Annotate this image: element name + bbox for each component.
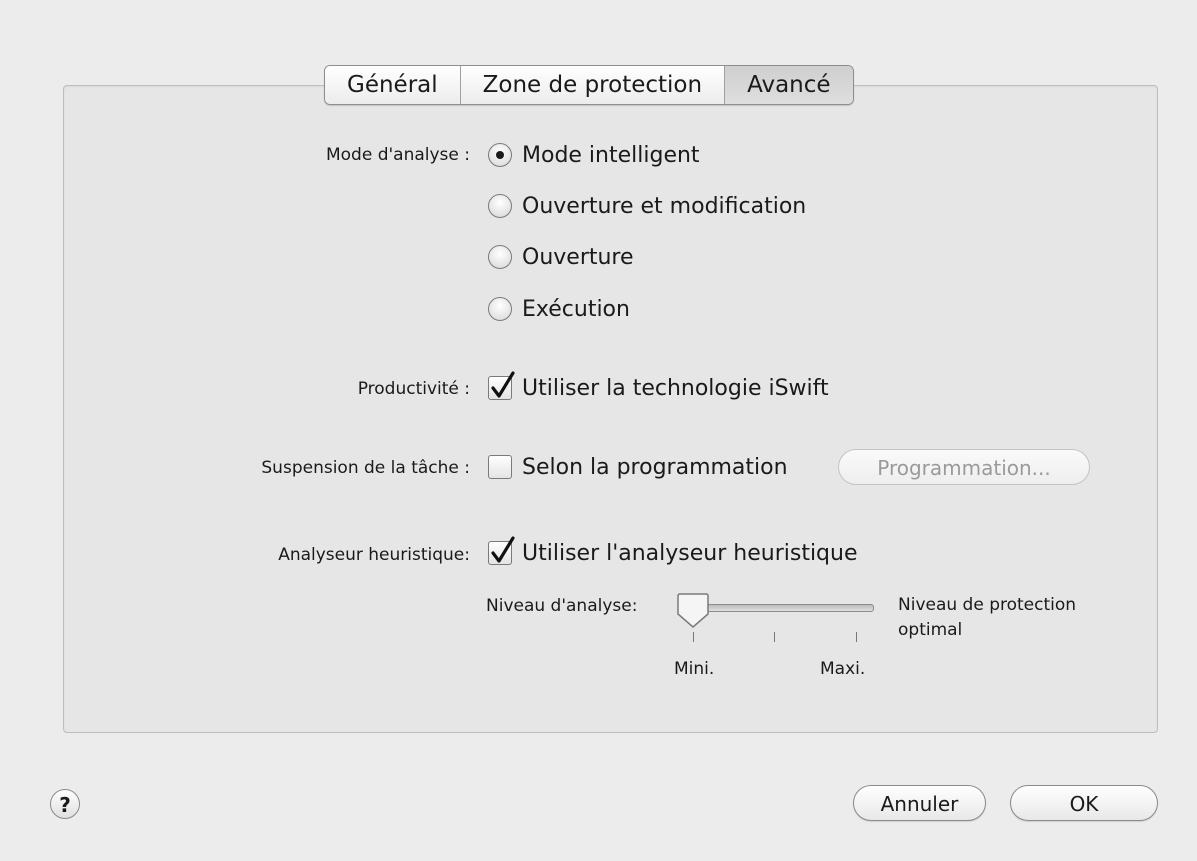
radio-label: Ouverture (522, 244, 634, 270)
task-suspension-label: Suspension de la tâche : (261, 458, 470, 478)
slider-tick (693, 632, 694, 642)
checkbox-checked-icon (488, 536, 515, 565)
analysis-level-slider-thumb[interactable] (676, 592, 710, 634)
slider-tick (856, 632, 857, 642)
help-icon[interactable]: ? (50, 789, 80, 819)
analysis-level-label: Niveau d'analyse: (486, 596, 638, 616)
slider-max-label: Maxi. (820, 659, 866, 679)
tab-general[interactable]: Général (325, 66, 461, 104)
radio-label: Mode intelligent (522, 142, 700, 168)
radio-label: Ouverture et modification (522, 193, 807, 219)
productivity-label: Productivité : (357, 379, 470, 399)
radio-selected-icon (488, 143, 512, 167)
radio-open[interactable]: Ouverture (488, 242, 634, 272)
protection-level-description-line2: optimal (898, 620, 963, 640)
radio-icon (488, 194, 512, 218)
radio-label: Exécution (522, 296, 630, 322)
slider-min-label: Mini. (674, 659, 715, 679)
settings-panel (63, 85, 1158, 733)
radio-smart-mode[interactable]: Mode intelligent (488, 140, 700, 170)
radio-icon (488, 297, 512, 321)
protection-level-description-line1: Niveau de protection (898, 595, 1077, 615)
heuristic-label: Analyseur heuristique: (278, 545, 470, 565)
ok-button[interactable]: OK (1010, 785, 1158, 821)
cancel-button[interactable]: Annuler (853, 785, 986, 821)
tab-bar: Général Zone de protection Avancé (324, 65, 854, 105)
radio-open-and-modify[interactable]: Ouverture et modification (488, 191, 806, 221)
tab-advanced[interactable]: Avancé (725, 66, 853, 104)
checkbox-label: Utiliser l'analyseur heuristique (522, 540, 858, 566)
radio-icon (488, 245, 512, 269)
slider-tick (774, 632, 775, 642)
checkbox-heuristic[interactable]: Utiliser l'analyseur heuristique (488, 536, 858, 568)
checkbox-label: Utiliser la technologie iSwift (522, 375, 829, 401)
checkbox-iswift[interactable]: Utiliser la technologie iSwift (488, 371, 829, 403)
analysis-level-slider-track[interactable] (692, 604, 874, 612)
scan-mode-label: Mode d'analyse : (325, 145, 470, 165)
checkbox-schedule[interactable]: Selon la programmation (488, 452, 788, 482)
radio-execute[interactable]: Exécution (488, 294, 630, 324)
schedule-button[interactable]: Programmation... (838, 449, 1090, 485)
checkbox-checked-icon (488, 371, 515, 400)
tab-protection-zone[interactable]: Zone de protection (460, 66, 726, 104)
checkbox-icon (488, 455, 512, 479)
checkbox-label: Selon la programmation (522, 454, 788, 480)
